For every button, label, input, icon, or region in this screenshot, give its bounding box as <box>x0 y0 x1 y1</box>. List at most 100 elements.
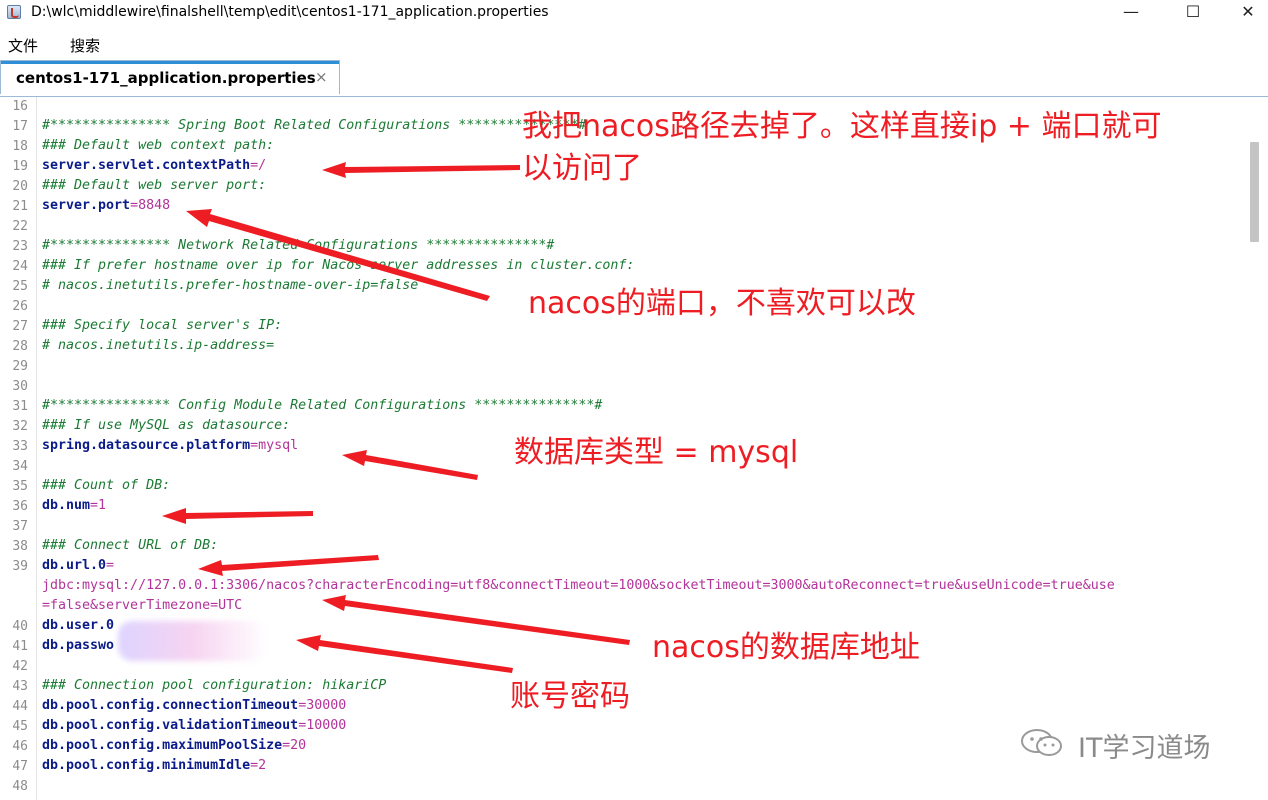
code-line[interactable]: #*************** Spring Boot Related Con… <box>42 118 586 133</box>
property-key: db.passwo <box>42 638 115 653</box>
property-key: spring.datasource.platform <box>42 438 251 453</box>
annotation-db-type: 数据库类型 = mysql <box>514 435 799 470</box>
property-value: =/ <box>250 158 267 173</box>
line-number: 48 <box>12 779 28 794</box>
java-app-icon <box>7 5 21 19</box>
code-comment: # nacos.inetutils.prefer-hostname-over-i… <box>42 278 419 293</box>
line-number: 42 <box>12 659 28 674</box>
code-comment: ### Default web context path: <box>42 138 275 153</box>
code-comment: #*************** Network Related Configu… <box>42 238 555 253</box>
code-line[interactable]: ### Default web context path: <box>42 138 274 153</box>
code-line[interactable]: db.pool.config.connectionTimeout=30000 <box>42 698 346 713</box>
line-number: 25 <box>12 279 28 294</box>
line-number: 21 <box>12 199 28 214</box>
code-line[interactable]: ### Connection pool configuration: hikar… <box>42 678 386 693</box>
wechat-icon <box>1021 729 1062 756</box>
line-number: 46 <box>12 739 28 754</box>
code-line[interactable]: # nacos.inetutils.ip-address= <box>42 338 274 353</box>
property-value: =2 <box>250 758 267 773</box>
code-line[interactable]: db.url.0= <box>42 558 114 573</box>
line-number: 45 <box>12 719 28 734</box>
code-line[interactable]: server.port=8848 <box>42 198 170 213</box>
minimize-button[interactable]: — <box>1108 0 1154 26</box>
code-comment: ### Specify local server's IP: <box>42 318 283 333</box>
tab-application-properties[interactable]: centos1-171_application.properties × <box>0 60 340 94</box>
property-value: =30000 <box>298 698 347 713</box>
code-line[interactable]: server.servlet.contextPath=/ <box>42 158 266 173</box>
redacted-credentials <box>118 621 268 661</box>
code-line[interactable]: # nacos.inetutils.prefer-hostname-over-i… <box>42 278 418 293</box>
code-line[interactable]: db.user.0 <box>42 618 114 633</box>
property-key: db.pool.config.connectionTimeout <box>42 698 299 713</box>
property-value: =8848 <box>130 198 171 213</box>
code-line[interactable]: ### Count of DB: <box>42 478 170 493</box>
code-line[interactable]: db.pool.config.minimumIdle=2 <box>42 758 266 773</box>
line-number: 16 <box>12 99 28 114</box>
menu-file[interactable]: 文件 <box>8 35 38 56</box>
line-number: 24 <box>12 259 28 274</box>
line-number: 44 <box>12 699 28 714</box>
line-number: 26 <box>12 299 28 314</box>
code-line[interactable]: #*************** Network Related Configu… <box>42 238 554 253</box>
code-comment: #*************** Config Module Related C… <box>42 398 603 413</box>
line-number: 40 <box>12 619 28 634</box>
code-line[interactable]: ### Connect URL of DB: <box>42 538 218 553</box>
line-number: 39 <box>12 559 28 574</box>
line-number: 43 <box>12 679 28 694</box>
watermark-text: IT学习道场 <box>1078 733 1211 764</box>
code-line[interactable]: db.pool.config.validationTimeout=10000 <box>42 718 346 733</box>
code-line[interactable]: ### If prefer hostname over ip for Nacos… <box>42 258 634 273</box>
line-number: 20 <box>12 179 28 194</box>
line-number: 33 <box>12 439 28 454</box>
maximize-button[interactable]: ☐ <box>1170 0 1216 26</box>
code-line[interactable]: #*************** Config Module Related C… <box>42 398 602 413</box>
line-number: 41 <box>12 639 28 654</box>
property-value: =20 <box>282 738 307 753</box>
window-title: D:\wlc\middlewire\finalshell\temp\edit\c… <box>31 4 549 20</box>
code-comment: ### If use MySQL as datasource: <box>42 418 291 433</box>
code-line[interactable]: db.pool.config.maximumPoolSize=20 <box>42 738 306 753</box>
tab-active-indicator <box>1 61 339 64</box>
line-number: 37 <box>12 519 28 534</box>
code-comment: ### Default web server port: <box>42 178 267 193</box>
vertical-scrollbar[interactable] <box>1250 142 1259 242</box>
tab-close-icon[interactable]: × <box>315 68 328 86</box>
code-line[interactable]: =false&serverTimezone=UTC <box>42 598 242 613</box>
line-number: 35 <box>12 479 28 494</box>
property-key: db.pool.config.validationTimeout <box>42 718 299 733</box>
menu-bar: 文件 搜索 <box>0 30 1268 56</box>
code-line[interactable]: ### Specify local server's IP: <box>42 318 282 333</box>
line-number: 47 <box>12 759 28 774</box>
line-number: 28 <box>12 339 28 354</box>
line-number: 17 <box>12 119 28 134</box>
property-value: =mysql <box>250 438 299 453</box>
code-line[interactable]: spring.datasource.platform=mysql <box>42 438 298 453</box>
property-value: = <box>106 558 115 573</box>
code-line[interactable]: ### If use MySQL as datasource: <box>42 418 290 433</box>
line-number: 30 <box>12 379 28 394</box>
annotation-context-path-line1: 我把nacos路径去掉了。这样直接ip + 端口就可 <box>522 109 1162 144</box>
code-comment: ### Connection pool configuration: hikar… <box>42 678 387 693</box>
line-number: 34 <box>12 459 28 474</box>
code-line[interactable]: ### Default web server port: <box>42 178 266 193</box>
gutter-divider <box>36 97 37 800</box>
code-line[interactable]: db.num=1 <box>42 498 106 513</box>
code-comment: #*************** Spring Boot Related Con… <box>42 118 587 133</box>
code-comment: ### If prefer hostname over ip for Nacos… <box>42 258 635 273</box>
annotation-context-path-line2: 以访问了 <box>522 151 642 186</box>
annotation-db-url: nacos的数据库地址 <box>652 630 920 665</box>
property-key: server.servlet.contextPath <box>42 158 251 173</box>
property-key: db.num <box>42 498 91 513</box>
line-number: 23 <box>12 239 28 254</box>
close-window-button[interactable]: ✕ <box>1225 0 1268 26</box>
property-value: =10000 <box>298 718 347 733</box>
code-line[interactable]: jdbc:mysql://127.0.0.1:3306/nacos?charac… <box>42 578 1115 593</box>
line-number: 19 <box>12 159 28 174</box>
line-number: 31 <box>12 399 28 414</box>
code-line[interactable]: db.passwo <box>42 638 114 653</box>
title-bar: D:\wlc\middlewire\finalshell\temp\edit\c… <box>0 0 1268 26</box>
menu-search[interactable]: 搜索 <box>70 35 100 56</box>
annotation-port: nacos的端口，不喜欢可以改 <box>528 286 916 321</box>
line-number: 36 <box>12 499 28 514</box>
code-comment: ### Count of DB: <box>42 478 171 493</box>
